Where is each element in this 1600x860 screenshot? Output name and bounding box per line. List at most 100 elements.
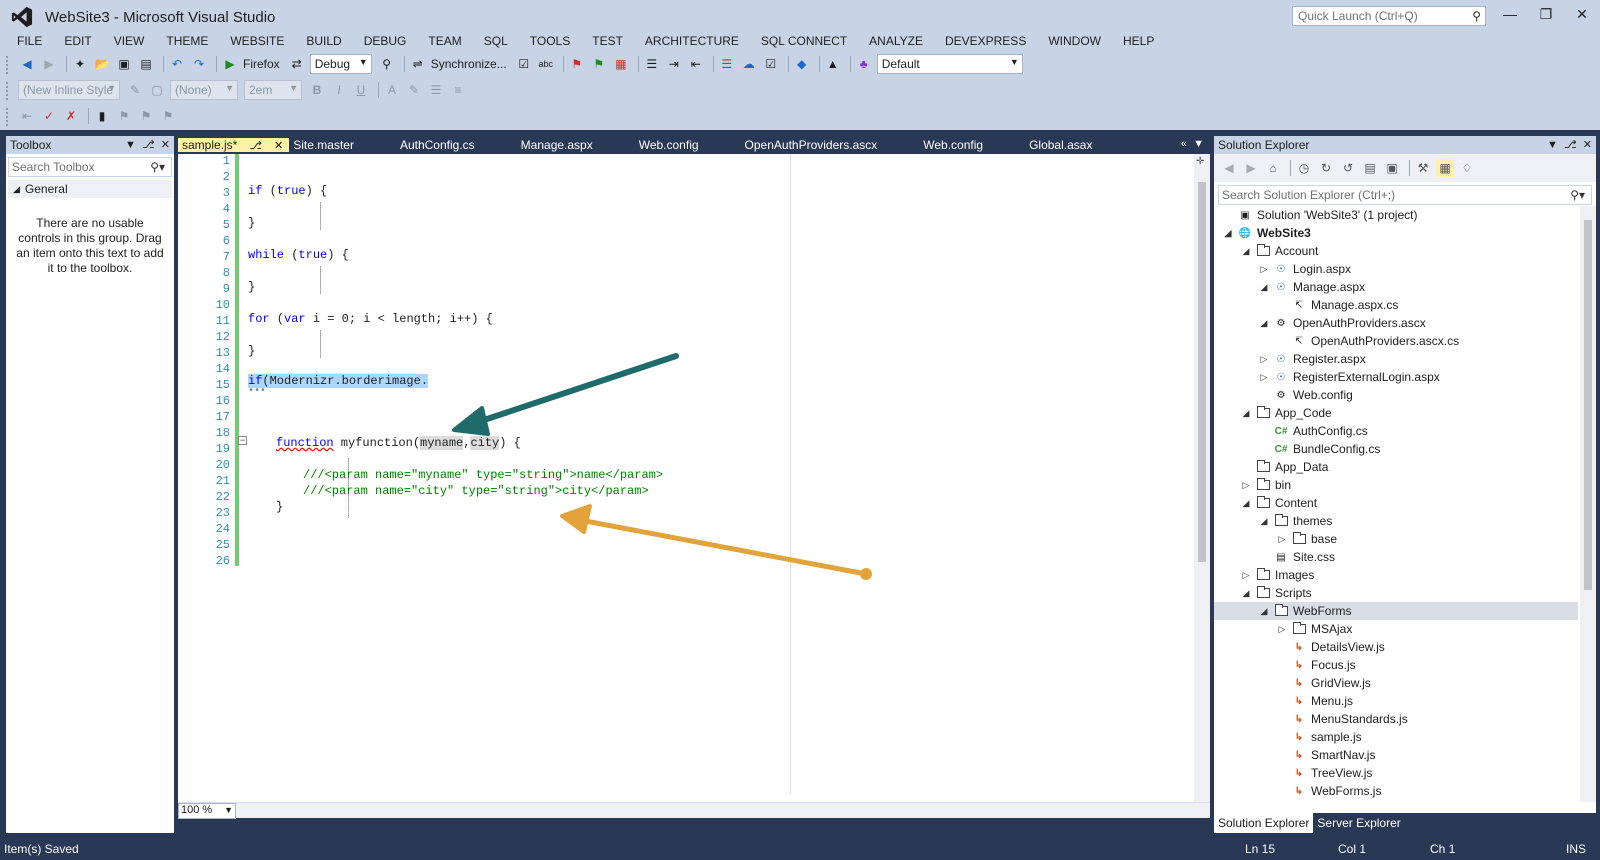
back-icon[interactable]: ◀ bbox=[18, 55, 36, 73]
prev-bookmark-icon[interactable]: ⚑ bbox=[115, 107, 133, 125]
menu-view[interactable]: VIEW bbox=[103, 34, 156, 48]
clear-bookmarks-icon[interactable]: ⚑ bbox=[159, 107, 177, 125]
expanded-triangle-icon[interactable]: ◢ bbox=[1258, 318, 1270, 329]
tree-item-folder[interactable]: App_Data bbox=[1214, 458, 1578, 476]
menu-debug[interactable]: DEBUG bbox=[353, 34, 418, 48]
tree-item-folder[interactable]: ▷ bin bbox=[1214, 476, 1578, 494]
expanded-triangle-icon[interactable]: ◢ bbox=[1240, 498, 1252, 509]
show-all-files-icon[interactable]: ▣ bbox=[1383, 159, 1401, 177]
scroll-thumb[interactable] bbox=[1584, 220, 1592, 590]
close-icon[interactable]: ✕ bbox=[274, 139, 283, 152]
list-icon[interactable]: ☰ bbox=[643, 55, 661, 73]
save-all-icon[interactable]: ▤ bbox=[137, 55, 155, 73]
home-icon[interactable]: ⌂ bbox=[1264, 159, 1282, 177]
checkout-icon[interactable]: ☑ bbox=[515, 55, 533, 73]
configuration-select[interactable]: Debug ▼ bbox=[309, 54, 372, 74]
tree-item-js-file[interactable]: ↳ MenuStandards.js bbox=[1214, 710, 1578, 728]
tree-item-file[interactable]: C# AuthConfig.cs bbox=[1214, 422, 1578, 440]
layout-select[interactable]: Default ▼ bbox=[876, 54, 1023, 74]
collapsed-triangle-icon[interactable]: ▷ bbox=[1276, 624, 1288, 635]
tab-openauthproviders-ascx[interactable]: OpenAuthProviders.ascx bbox=[719, 138, 898, 152]
menu-sql-connect[interactable]: SQL CONNECT bbox=[750, 34, 858, 48]
target-rule-select[interactable]: (None) ▼ bbox=[170, 80, 238, 100]
attach-style-icon[interactable]: ▢ bbox=[148, 81, 166, 99]
outdent-icon[interactable]: ⇤ bbox=[687, 55, 705, 73]
menu-test[interactable]: TEST bbox=[581, 34, 634, 48]
tree-item-js-file[interactable]: ↳ WebForms.js bbox=[1214, 782, 1578, 800]
find-icon[interactable]: ⚲ bbox=[378, 55, 396, 73]
menu-team[interactable]: TEAM bbox=[417, 34, 472, 48]
close-icon[interactable]: ✕ bbox=[1570, 6, 1594, 23]
expanded-triangle-icon[interactable]: ◢ bbox=[1258, 282, 1270, 293]
italic-icon[interactable]: I bbox=[330, 81, 348, 99]
align-icon[interactable]: ☰ bbox=[427, 81, 445, 99]
bookmark-prev-icon[interactable]: ⚑ bbox=[568, 55, 586, 73]
synchronize-icon[interactable]: ⇌ bbox=[409, 55, 427, 73]
browser-selector[interactable]: Firefox bbox=[243, 57, 280, 71]
quick-launch-input[interactable]: Quick Launch (Ctrl+Q) ⚲ bbox=[1292, 6, 1486, 26]
new-style-icon[interactable]: ✎ bbox=[126, 81, 144, 99]
tree-item-file[interactable]: C# BundleConfig.cs bbox=[1214, 440, 1578, 458]
browser-link-icon[interactable]: ⇄ bbox=[288, 55, 306, 73]
editor-vertical-scrollbar[interactable]: ✛ bbox=[1194, 154, 1210, 802]
tab-authconfig-cs[interactable]: AuthConfig.cs bbox=[374, 138, 495, 152]
collapse-icon[interactable]: − bbox=[238, 436, 247, 445]
bold-icon[interactable]: B bbox=[308, 81, 326, 99]
tab-web-config[interactable]: Web.config bbox=[613, 138, 719, 152]
indent-icon[interactable]: ⇥ bbox=[665, 55, 683, 73]
comment-icon[interactable]: ☰ bbox=[718, 55, 736, 73]
tree-item-folder[interactable]: ▷ MSAjax bbox=[1214, 620, 1578, 638]
tree-item-js-file[interactable]: ↳ DetailsView.js bbox=[1214, 638, 1578, 656]
tab-solution-explorer[interactable]: Solution Explorer bbox=[1214, 813, 1314, 833]
spell-check-icon[interactable]: abc bbox=[537, 55, 555, 73]
collapsed-triangle-icon[interactable]: ▷ bbox=[1258, 372, 1270, 383]
tree-item-project[interactable]: ◢ 🌐 WebSite3 bbox=[1214, 224, 1578, 242]
panel-controls[interactable]: ▼ ⎇ ✕ bbox=[1547, 138, 1592, 151]
toolbox-search-input[interactable]: Search Toolbox ⚲▾ bbox=[8, 157, 172, 177]
build-icon[interactable]: ▲ bbox=[824, 55, 842, 73]
tree-item-file[interactable]: ◢ ⚙ OpenAuthProviders.ascx bbox=[1214, 314, 1578, 332]
pending-changes-icon[interactable]: ◷ bbox=[1295, 159, 1313, 177]
tab-manage-aspx[interactable]: Manage.aspx bbox=[495, 138, 613, 152]
scroll-thumb[interactable] bbox=[1198, 182, 1206, 562]
menu-website[interactable]: WEBSITE bbox=[219, 34, 295, 48]
forward-icon[interactable]: ▶ bbox=[40, 55, 58, 73]
menu-sql[interactable]: SQL bbox=[473, 34, 519, 48]
properties-icon[interactable]: ⚒ bbox=[1414, 159, 1432, 177]
collapsed-triangle-icon[interactable]: ▷ bbox=[1240, 480, 1252, 491]
tab-sample-js[interactable]: sample.js* ⎇ ✕ bbox=[178, 138, 290, 152]
tab-site-master[interactable]: Site.master bbox=[289, 138, 374, 152]
back-icon[interactable]: ◀ bbox=[1220, 159, 1238, 177]
font-size-select[interactable]: 2em ▼ bbox=[244, 80, 302, 100]
collapsed-triangle-icon[interactable]: ▷ bbox=[1258, 264, 1270, 275]
next-bookmark-icon[interactable]: ⚑ bbox=[137, 107, 155, 125]
menu-devexpress[interactable]: DEVEXPRESS bbox=[934, 34, 1037, 48]
check-icon[interactable]: ✓ bbox=[40, 107, 58, 125]
underline-icon[interactable]: U bbox=[352, 81, 370, 99]
calendar-icon[interactable]: ▦ bbox=[612, 55, 630, 73]
tree-item-file[interactable]: ▷ ☉ Register.aspx bbox=[1214, 350, 1578, 368]
preview-icon[interactable]: ▦ bbox=[1436, 159, 1454, 177]
uncomment-icon[interactable]: ☁ bbox=[740, 55, 758, 73]
tree-item-folder[interactable]: ◢ Account bbox=[1214, 242, 1578, 260]
menu-architecture[interactable]: ARCHITECTURE bbox=[634, 34, 750, 48]
forward-icon[interactable]: ▶ bbox=[1242, 159, 1260, 177]
menu-window[interactable]: WINDOW bbox=[1037, 34, 1112, 48]
tree-item-folder[interactable]: ◢ App_Code bbox=[1214, 404, 1578, 422]
tree-item-solution[interactable]: ▣ Solution 'WebSite3' (1 project) bbox=[1214, 206, 1578, 224]
bookmark-icon[interactable]: ▮ bbox=[93, 107, 111, 125]
tab-overflow-icon[interactable]: « ▼ bbox=[1181, 138, 1204, 150]
outdent-tag-icon[interactable]: ⇤ bbox=[18, 107, 36, 125]
editor-horizontal-scrollbar[interactable]: 100 % ▼ bbox=[178, 802, 1210, 819]
validate-icon[interactable]: ✗ bbox=[62, 107, 80, 125]
tree-item-folder-selected[interactable]: ◢ WebForms bbox=[1214, 602, 1578, 620]
save-icon[interactable]: ▣ bbox=[115, 55, 133, 73]
tree-item-file[interactable]: ▷ ☉ Login.aspx bbox=[1214, 260, 1578, 278]
collapsed-triangle-icon[interactable]: ▷ bbox=[1258, 354, 1270, 365]
minimize-icon[interactable]: — bbox=[1498, 6, 1522, 22]
pin-icon[interactable]: ⎇ bbox=[249, 139, 262, 152]
tree-item-js-file[interactable]: ↳ GridView.js bbox=[1214, 674, 1578, 692]
tab-web-config-2[interactable]: Web.config bbox=[897, 138, 1003, 152]
menu-theme[interactable]: THEME bbox=[155, 34, 219, 48]
menu-analyze[interactable]: ANALYZE bbox=[858, 34, 934, 48]
